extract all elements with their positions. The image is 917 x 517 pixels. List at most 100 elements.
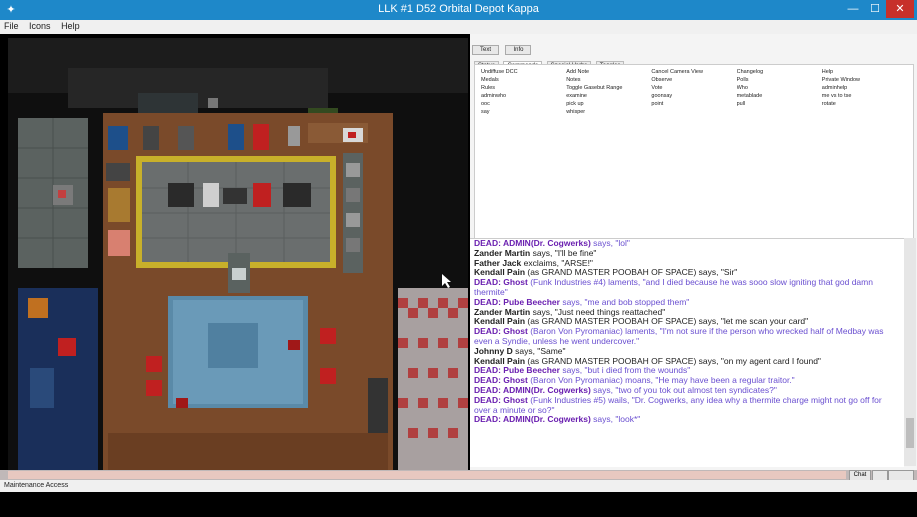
chair — [320, 328, 336, 344]
chat-verb: says, — [559, 296, 585, 307]
chair — [146, 356, 162, 372]
chat-text: "I'll be fine" — [554, 247, 597, 258]
command-verb[interactable]: me vs to tse — [822, 93, 907, 99]
chat-text: "but i died from the wounds" — [584, 365, 691, 376]
maximize-icon[interactable]: ☐ — [866, 0, 884, 18]
close-icon[interactable]: ✕ — [886, 0, 914, 18]
chat-text: "let me scan your card" — [720, 316, 809, 327]
chat-text: "ARSE!" — [561, 257, 593, 268]
chat-speaker: DEAD: ADMIN(Dr. Cogwerks) — [474, 414, 591, 425]
chat-text: "He may have been a regular traitor." — [655, 375, 795, 386]
menu-file[interactable]: File — [0, 20, 23, 32]
command-verb[interactable]: rotate — [822, 101, 907, 107]
input-bar — [0, 470, 917, 480]
chat-message: DEAD: ADMIN(Dr. Cogwerks) says, "look*" — [470, 414, 904, 425]
chat-speaker: Kendall Pain — [474, 355, 526, 366]
chat-verb: (as GRAND MASTER POOBAH OF SPACE) says, — [525, 267, 721, 278]
command-verb[interactable]: adminwho — [481, 93, 566, 99]
command-verb[interactable]: Observe — [651, 77, 736, 83]
chat-verb: (Baron Von Pyromaniac) laments, — [527, 326, 660, 337]
command-verb[interactable]: goonsay — [651, 93, 736, 99]
command-verb[interactable]: pull — [737, 101, 822, 107]
chat-verb: says, — [590, 238, 616, 248]
chat-message: DEAD: Ghost (Funk Industries #4) laments… — [470, 277, 904, 298]
command-verb[interactable]: Polls — [737, 77, 822, 83]
wall-sign — [208, 98, 218, 108]
chat-text: "Just need things reattached" — [554, 306, 666, 317]
chair — [288, 340, 300, 350]
command-verb[interactable]: Cancel Camera View — [651, 69, 736, 75]
chat-text: "two of you tok out almost ten syndicate… — [615, 384, 777, 395]
chat-speaker: Father Jack — [474, 257, 522, 268]
chat-verb: says, — [530, 306, 555, 317]
command-verb[interactable]: Toggle Gasebut Range — [566, 85, 651, 91]
chat-text: "Sir" — [720, 267, 738, 278]
chat-log: DEAD: ADMIN(Dr. Cogwerks) says, "lol" Zan… — [470, 238, 904, 467]
chat-speaker: Kendall Pain — [474, 316, 526, 327]
locker — [108, 126, 128, 150]
command-verb[interactable]: say — [481, 109, 566, 115]
chat-verb: says, — [530, 247, 555, 258]
scrollbar-thumb[interactable] — [906, 418, 914, 448]
command-verb[interactable]: pick up — [566, 101, 651, 107]
menu-bar: File Icons Help — [0, 20, 917, 34]
command-verb[interactable]: Help — [822, 69, 907, 75]
chat-verb: says, — [590, 384, 616, 395]
chat-verb: (as GRAND MASTER POOBAH OF SPACE) says, — [525, 316, 721, 327]
chat-speaker: DEAD: Pube Beecher — [474, 296, 560, 307]
chat-speaker: Johnny D — [474, 345, 513, 356]
chat-verb: says, — [590, 414, 616, 425]
command-verb[interactable]: Private Window — [822, 77, 907, 83]
window-title: LLK #1 D52 Orbital Depot Kappa — [378, 3, 539, 15]
command-verb[interactable]: Who — [737, 85, 822, 91]
command-verb[interactable]: Rules — [481, 85, 566, 91]
minimize-icon[interactable]: — — [843, 0, 863, 18]
chat-speaker: DEAD: Ghost — [474, 277, 528, 288]
chat-text: "me and bob stopped them" — [584, 296, 690, 307]
title-bar: ✦ LLK #1 D52 Orbital Depot Kappa — ☐ ✕ — [0, 0, 917, 20]
chat-speaker: DEAD: Ghost — [474, 394, 528, 405]
locker — [228, 124, 244, 150]
command-verb[interactable]: Changelog — [737, 69, 822, 75]
command-verb[interactable]: Medals — [481, 77, 566, 83]
station-map — [8, 38, 468, 470]
console-block — [138, 93, 198, 115]
command-verb[interactable]: metablade — [737, 93, 822, 99]
chair — [176, 398, 188, 408]
chat-speaker: DEAD: Ghost — [474, 375, 528, 386]
chat-text: "on my agent card I found" — [720, 355, 821, 366]
chat-verb: says, — [512, 345, 538, 356]
commands-panel: Undiffuse DCC Add Note Cancel Camera View C… — [474, 64, 914, 264]
chat-verb: exclaims, — [521, 257, 562, 268]
command-verb[interactable]: point — [651, 101, 736, 107]
chat-input[interactable] — [8, 471, 846, 479]
command-verb[interactable]: Vote — [651, 85, 736, 91]
status-bar: Maintenance Access — [0, 480, 917, 492]
chat-scrollbar[interactable] — [904, 238, 916, 466]
chair — [146, 380, 162, 396]
menu-help[interactable]: Help — [57, 20, 84, 32]
chat-text: "look*" — [615, 414, 641, 425]
command-verb[interactable]: Add Note — [566, 69, 651, 75]
command-verb[interactable]: ooc — [481, 101, 566, 107]
chat-verb: (Funk Industries #4) laments, — [527, 277, 643, 288]
chat-message: DEAD: Ghost (Baron Von Pyromaniac) lamen… — [470, 326, 904, 347]
chat-speaker: Zander Martin — [474, 247, 531, 258]
game-map-viewport[interactable] — [8, 38, 468, 470]
command-verb[interactable]: whisper — [566, 109, 651, 115]
chat-message: DEAD: Ghost (Funk Industries #5) wails, … — [470, 394, 904, 416]
red-locker — [253, 124, 269, 150]
chat-text: "Same" — [537, 345, 566, 356]
chat-verb: says, — [559, 365, 585, 376]
chat-text: "lol" — [615, 238, 630, 248]
chair — [320, 368, 336, 384]
menu-icons[interactable]: Icons — [25, 20, 55, 32]
chat-speaker: Zander Martin — [474, 306, 531, 317]
chat-speaker: DEAD: Ghost — [474, 326, 528, 337]
command-verb[interactable]: Notes — [566, 77, 651, 83]
command-verb[interactable]: examine — [566, 93, 651, 99]
chat-speaker: DEAD: ADMIN(Dr. Cogwerks) — [474, 384, 591, 395]
command-verb[interactable]: adminhelp — [822, 85, 907, 91]
command-verb[interactable]: Undiffuse DCC — [481, 69, 566, 75]
chat-speaker: Kendall Pain — [474, 267, 526, 278]
